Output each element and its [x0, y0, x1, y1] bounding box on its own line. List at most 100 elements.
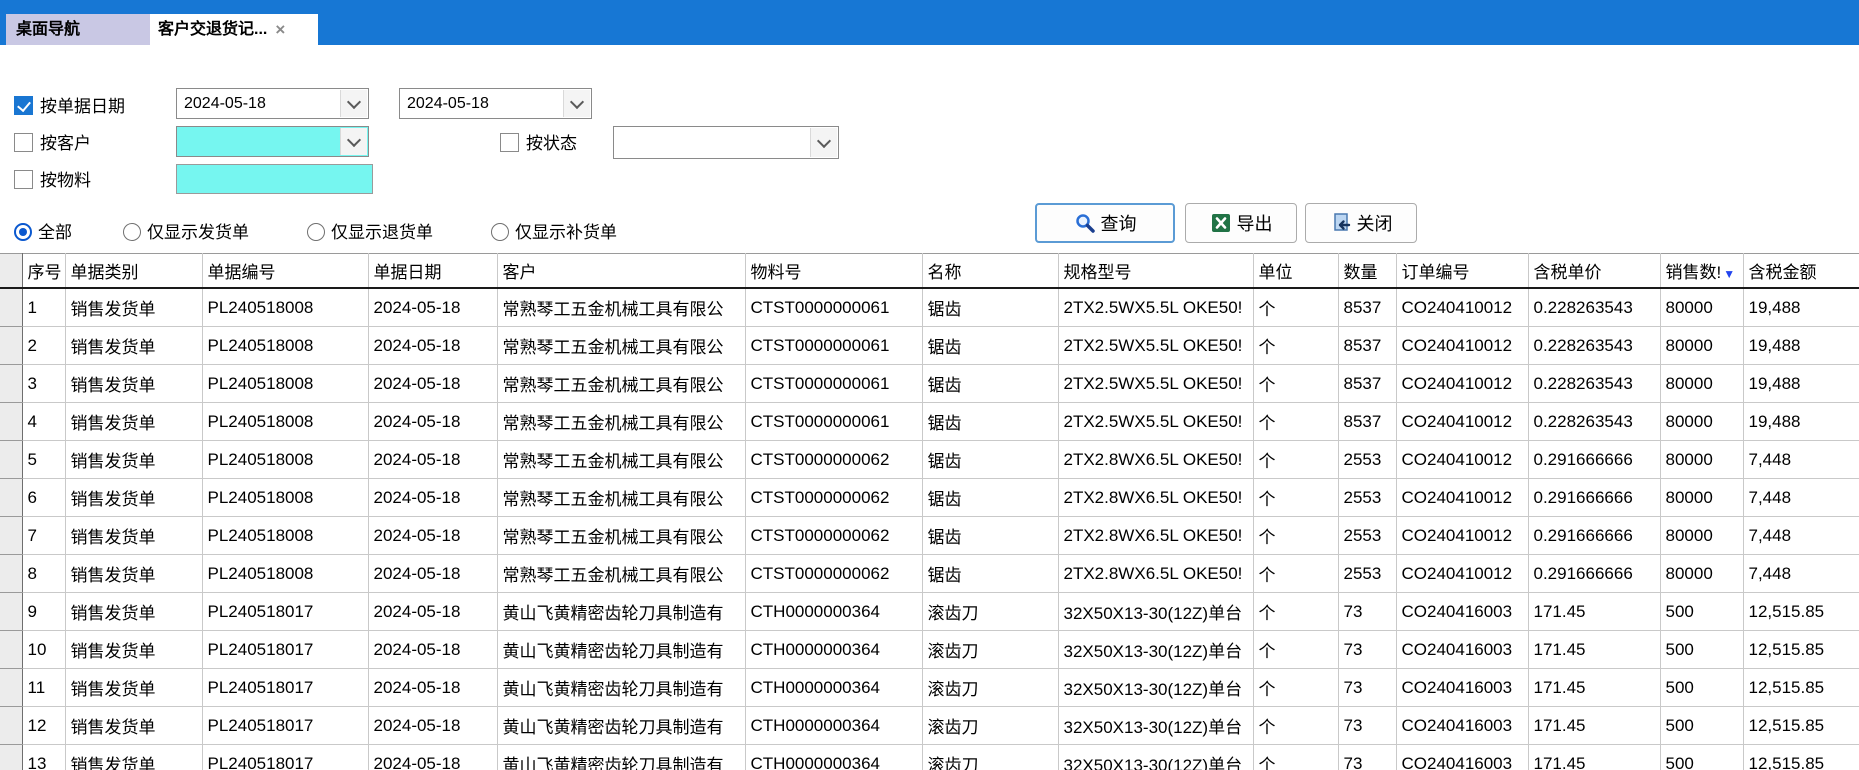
material-input[interactable]: [176, 164, 373, 194]
table-cell[interactable]: CO240410012: [1396, 288, 1528, 327]
row-selector-stub[interactable]: [0, 517, 22, 555]
table-cell[interactable]: 2024-05-18: [368, 555, 497, 593]
table-cell[interactable]: 7,448: [1743, 479, 1859, 517]
table-cell[interactable]: 黄山飞黄精密齿轮刀具制造有: [497, 593, 745, 631]
table-cell[interactable]: 12,515.85: [1743, 669, 1859, 707]
column-header[interactable]: 单据编号: [202, 254, 368, 289]
table-cell[interactable]: CTH0000000364: [745, 707, 922, 745]
table-cell[interactable]: 5: [22, 441, 65, 479]
table-cell[interactable]: 锯齿: [922, 479, 1058, 517]
table-cell[interactable]: 滚齿刀: [922, 593, 1058, 631]
table-cell[interactable]: PL240518017: [202, 631, 368, 669]
table-cell[interactable]: 6: [22, 479, 65, 517]
table-cell[interactable]: 12,515.85: [1743, 631, 1859, 669]
table-cell[interactable]: 171.45: [1528, 707, 1660, 745]
table-cell[interactable]: CTST0000000062: [745, 441, 922, 479]
radio-replenish-only[interactable]: [491, 223, 509, 241]
table-cell[interactable]: 12: [22, 707, 65, 745]
table-cell[interactable]: 9: [22, 593, 65, 631]
table-cell[interactable]: 销售发货单: [65, 517, 202, 555]
table-cell[interactable]: 锯齿: [922, 555, 1058, 593]
table-cell[interactable]: 锯齿: [922, 403, 1058, 441]
table-cell[interactable]: 500: [1660, 593, 1743, 631]
table-cell[interactable]: 个: [1253, 403, 1338, 441]
column-header[interactable]: 销售数!▼: [1660, 254, 1743, 289]
table-cell[interactable]: CTH0000000364: [745, 669, 922, 707]
table-cell[interactable]: 2024-05-18: [368, 669, 497, 707]
table-cell[interactable]: 0.291666666: [1528, 441, 1660, 479]
close-button[interactable]: 关闭: [1305, 203, 1417, 243]
table-cell[interactable]: 销售发货单: [65, 669, 202, 707]
table-cell[interactable]: PL240518017: [202, 669, 368, 707]
table-cell[interactable]: CTST0000000062: [745, 555, 922, 593]
table-cell[interactable]: 2553: [1338, 517, 1396, 555]
row-selector-stub[interactable]: [0, 441, 22, 479]
table-cell[interactable]: 2024-05-18: [368, 745, 497, 770]
column-header[interactable]: 单据日期: [368, 254, 497, 289]
table-cell[interactable]: 171.45: [1528, 593, 1660, 631]
table-cell[interactable]: 2024-05-18: [368, 707, 497, 745]
customer-combobox[interactable]: [176, 126, 369, 157]
table-cell[interactable]: 0.228263543: [1528, 365, 1660, 403]
table-cell[interactable]: CO240416003: [1396, 631, 1528, 669]
table-cell[interactable]: 滚齿刀: [922, 707, 1058, 745]
table-cell[interactable]: 1: [22, 288, 65, 327]
table-cell[interactable]: 0.228263543: [1528, 403, 1660, 441]
row-selector-stub[interactable]: [0, 555, 22, 593]
table-cell[interactable]: 12,515.85: [1743, 745, 1859, 770]
table-cell[interactable]: CO240416003: [1396, 745, 1528, 770]
table-cell[interactable]: 常熟琴工五金机械工具有限公: [497, 327, 745, 365]
table-cell[interactable]: 171.45: [1528, 745, 1660, 770]
table-cell[interactable]: CTST0000000061: [745, 403, 922, 441]
table-cell[interactable]: CO240410012: [1396, 365, 1528, 403]
table-cell[interactable]: 销售发货单: [65, 479, 202, 517]
table-cell[interactable]: CTH0000000364: [745, 593, 922, 631]
table-cell[interactable]: CO240410012: [1396, 479, 1528, 517]
table-cell[interactable]: 常熟琴工五金机械工具有限公: [497, 479, 745, 517]
column-header[interactable]: 含税单价: [1528, 254, 1660, 289]
table-cell[interactable]: 73: [1338, 745, 1396, 770]
table-cell[interactable]: 黄山飞黄精密齿轮刀具制造有: [497, 707, 745, 745]
table-cell[interactable]: 2024-05-18: [368, 288, 497, 327]
row-selector-stub[interactable]: [0, 479, 22, 517]
table-cell[interactable]: 2024-05-18: [368, 593, 497, 631]
table-cell[interactable]: 2553: [1338, 441, 1396, 479]
close-icon[interactable]: ×: [275, 21, 285, 38]
radio-all[interactable]: [14, 223, 32, 241]
table-cell[interactable]: 2TX2.5WX5.5L OKE50!: [1058, 327, 1253, 365]
table-cell[interactable]: 171.45: [1528, 631, 1660, 669]
table-cell[interactable]: 滚齿刀: [922, 631, 1058, 669]
table-cell[interactable]: 0.228263543: [1528, 327, 1660, 365]
table-cell[interactable]: 黄山飞黄精密齿轮刀具制造有: [497, 745, 745, 770]
table-cell[interactable]: 2553: [1338, 479, 1396, 517]
table-cell[interactable]: 3: [22, 365, 65, 403]
table-cell[interactable]: 500: [1660, 631, 1743, 669]
table-cell[interactable]: 销售发货单: [65, 707, 202, 745]
table-cell[interactable]: CTST0000000061: [745, 288, 922, 327]
row-selector-stub[interactable]: [0, 403, 22, 441]
table-cell[interactable]: 滚齿刀: [922, 745, 1058, 770]
table-cell[interactable]: 销售发货单: [65, 631, 202, 669]
table-cell[interactable]: 2: [22, 327, 65, 365]
chevron-down-icon[interactable]: [563, 90, 590, 117]
table-cell[interactable]: 销售发货单: [65, 403, 202, 441]
table-cell[interactable]: CO240410012: [1396, 441, 1528, 479]
table-cell[interactable]: PL240518017: [202, 593, 368, 631]
table-cell[interactable]: 7,448: [1743, 441, 1859, 479]
table-cell[interactable]: PL240518008: [202, 365, 368, 403]
table-cell[interactable]: 常熟琴工五金机械工具有限公: [497, 403, 745, 441]
table-cell[interactable]: 2TX2.8WX6.5L OKE50!: [1058, 555, 1253, 593]
table-cell[interactable]: 2553: [1338, 555, 1396, 593]
table-cell[interactable]: 7,448: [1743, 517, 1859, 555]
date-to-combobox[interactable]: 2024-05-18: [399, 88, 592, 119]
table-cell[interactable]: 8537: [1338, 288, 1396, 327]
radio-returns-only[interactable]: [307, 223, 325, 241]
table-row[interactable]: 9销售发货单PL2405180172024-05-18黄山飞黄精密齿轮刀具制造有…: [0, 593, 1859, 631]
table-cell[interactable]: 2TX2.8WX6.5L OKE50!: [1058, 517, 1253, 555]
table-cell[interactable]: 2024-05-18: [368, 365, 497, 403]
table-row[interactable]: 2销售发货单PL2405180082024-05-18常熟琴工五金机械工具有限公…: [0, 327, 1859, 365]
table-cell[interactable]: 8537: [1338, 365, 1396, 403]
table-cell[interactable]: 80000: [1660, 517, 1743, 555]
table-row[interactable]: 5销售发货单PL2405180082024-05-18常熟琴工五金机械工具有限公…: [0, 441, 1859, 479]
table-cell[interactable]: 销售发货单: [65, 593, 202, 631]
